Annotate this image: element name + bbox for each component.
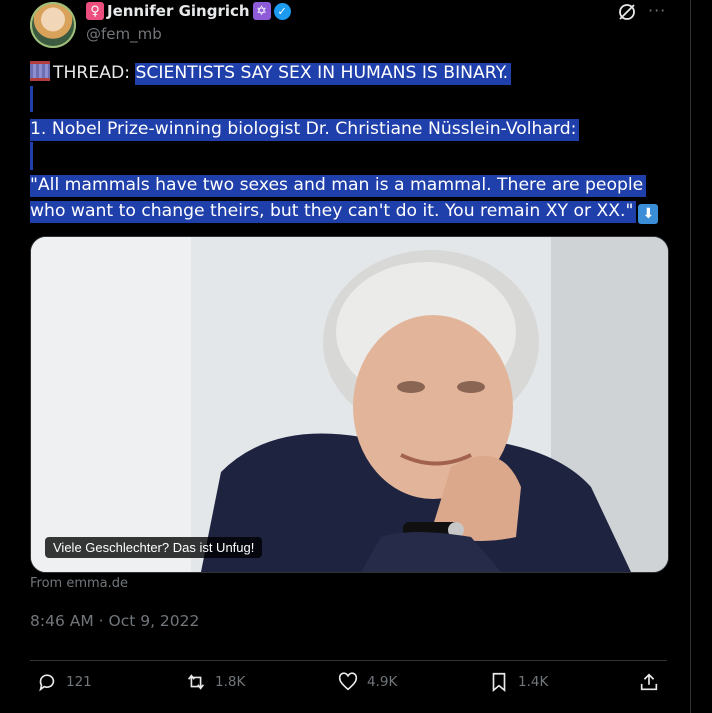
media-caption: Viele Geschlechter? Das ist Unfug! [45,537,263,558]
repost-count: 1.8K [215,674,246,690]
thread-headline: SCIENTISTS SAY SEX IN HUMANS IS BINARY. [135,63,512,85]
tweet-line-1: THREAD: SCIENTISTS SAY SEX IN HUMANS IS … [30,60,512,86]
thread-icon [30,61,50,81]
down-arrow-icon: ⬇ [638,204,659,224]
quote-line-1: "All mammals have two sexes and man is a… [30,175,647,197]
portrait-image [31,237,668,572]
action-bar: 121 1.8K 4.9K 1.4K [30,660,667,705]
link-source[interactable]: From emma.de [30,576,128,591]
female-sign-icon: ♀ [86,2,104,20]
like-icon [338,672,358,691]
quote-line-2: who want to change theirs, but they can'… [30,201,637,223]
repost-icon [188,674,204,690]
reply-icon [39,674,55,692]
grok-icon[interactable] [617,2,637,22]
repost-button[interactable]: 1.8K [185,671,245,693]
bookmark-button[interactable]: 1.4K [488,671,548,693]
thread-prefix: THREAD: [53,63,136,83]
bookmark-icon [492,672,506,693]
verified-badge-icon[interactable]: ✓ [273,2,291,20]
like-count: 4.9K [367,674,398,690]
more-options-icon[interactable]: ··· [648,1,666,20]
tweet-line-2: 1. Nobel Prize-winning biologist Dr. Chr… [30,116,580,142]
tweet-container: ♀ Jennifer Gingrich ✡ ✓ @fem_mb ··· THRE… [0,0,691,713]
reply-count: 121 [66,674,92,690]
tweet-timestamp[interactable]: 8:46 AM · Oct 9, 2022 [30,612,199,630]
avatar[interactable] [30,2,76,48]
nobel-line: 1. Nobel Prize-winning biologist Dr. Chr… [30,119,580,141]
share-button[interactable] [638,671,660,693]
reply-button[interactable]: 121 [36,671,92,693]
share-icon [640,673,658,691]
selection-connector [30,142,33,170]
link-card-image[interactable]: Viele Geschlechter? Das ist Unfug! [30,236,669,573]
star-of-david-icon: ✡ [252,2,271,20]
like-button[interactable]: 4.9K [337,671,397,693]
author-name-row[interactable]: ♀ Jennifer Gingrich ✡ ✓ [86,2,291,20]
author-handle[interactable]: @fem_mb [86,25,162,43]
tweet-line-4: who want to change theirs, but they can'… [30,198,659,224]
bookmark-count: 1.4K [518,674,549,690]
tweet-line-3: "All mammals have two sexes and man is a… [30,172,647,198]
selection-connector [30,86,33,112]
author-name[interactable]: Jennifer Gingrich [107,2,250,20]
